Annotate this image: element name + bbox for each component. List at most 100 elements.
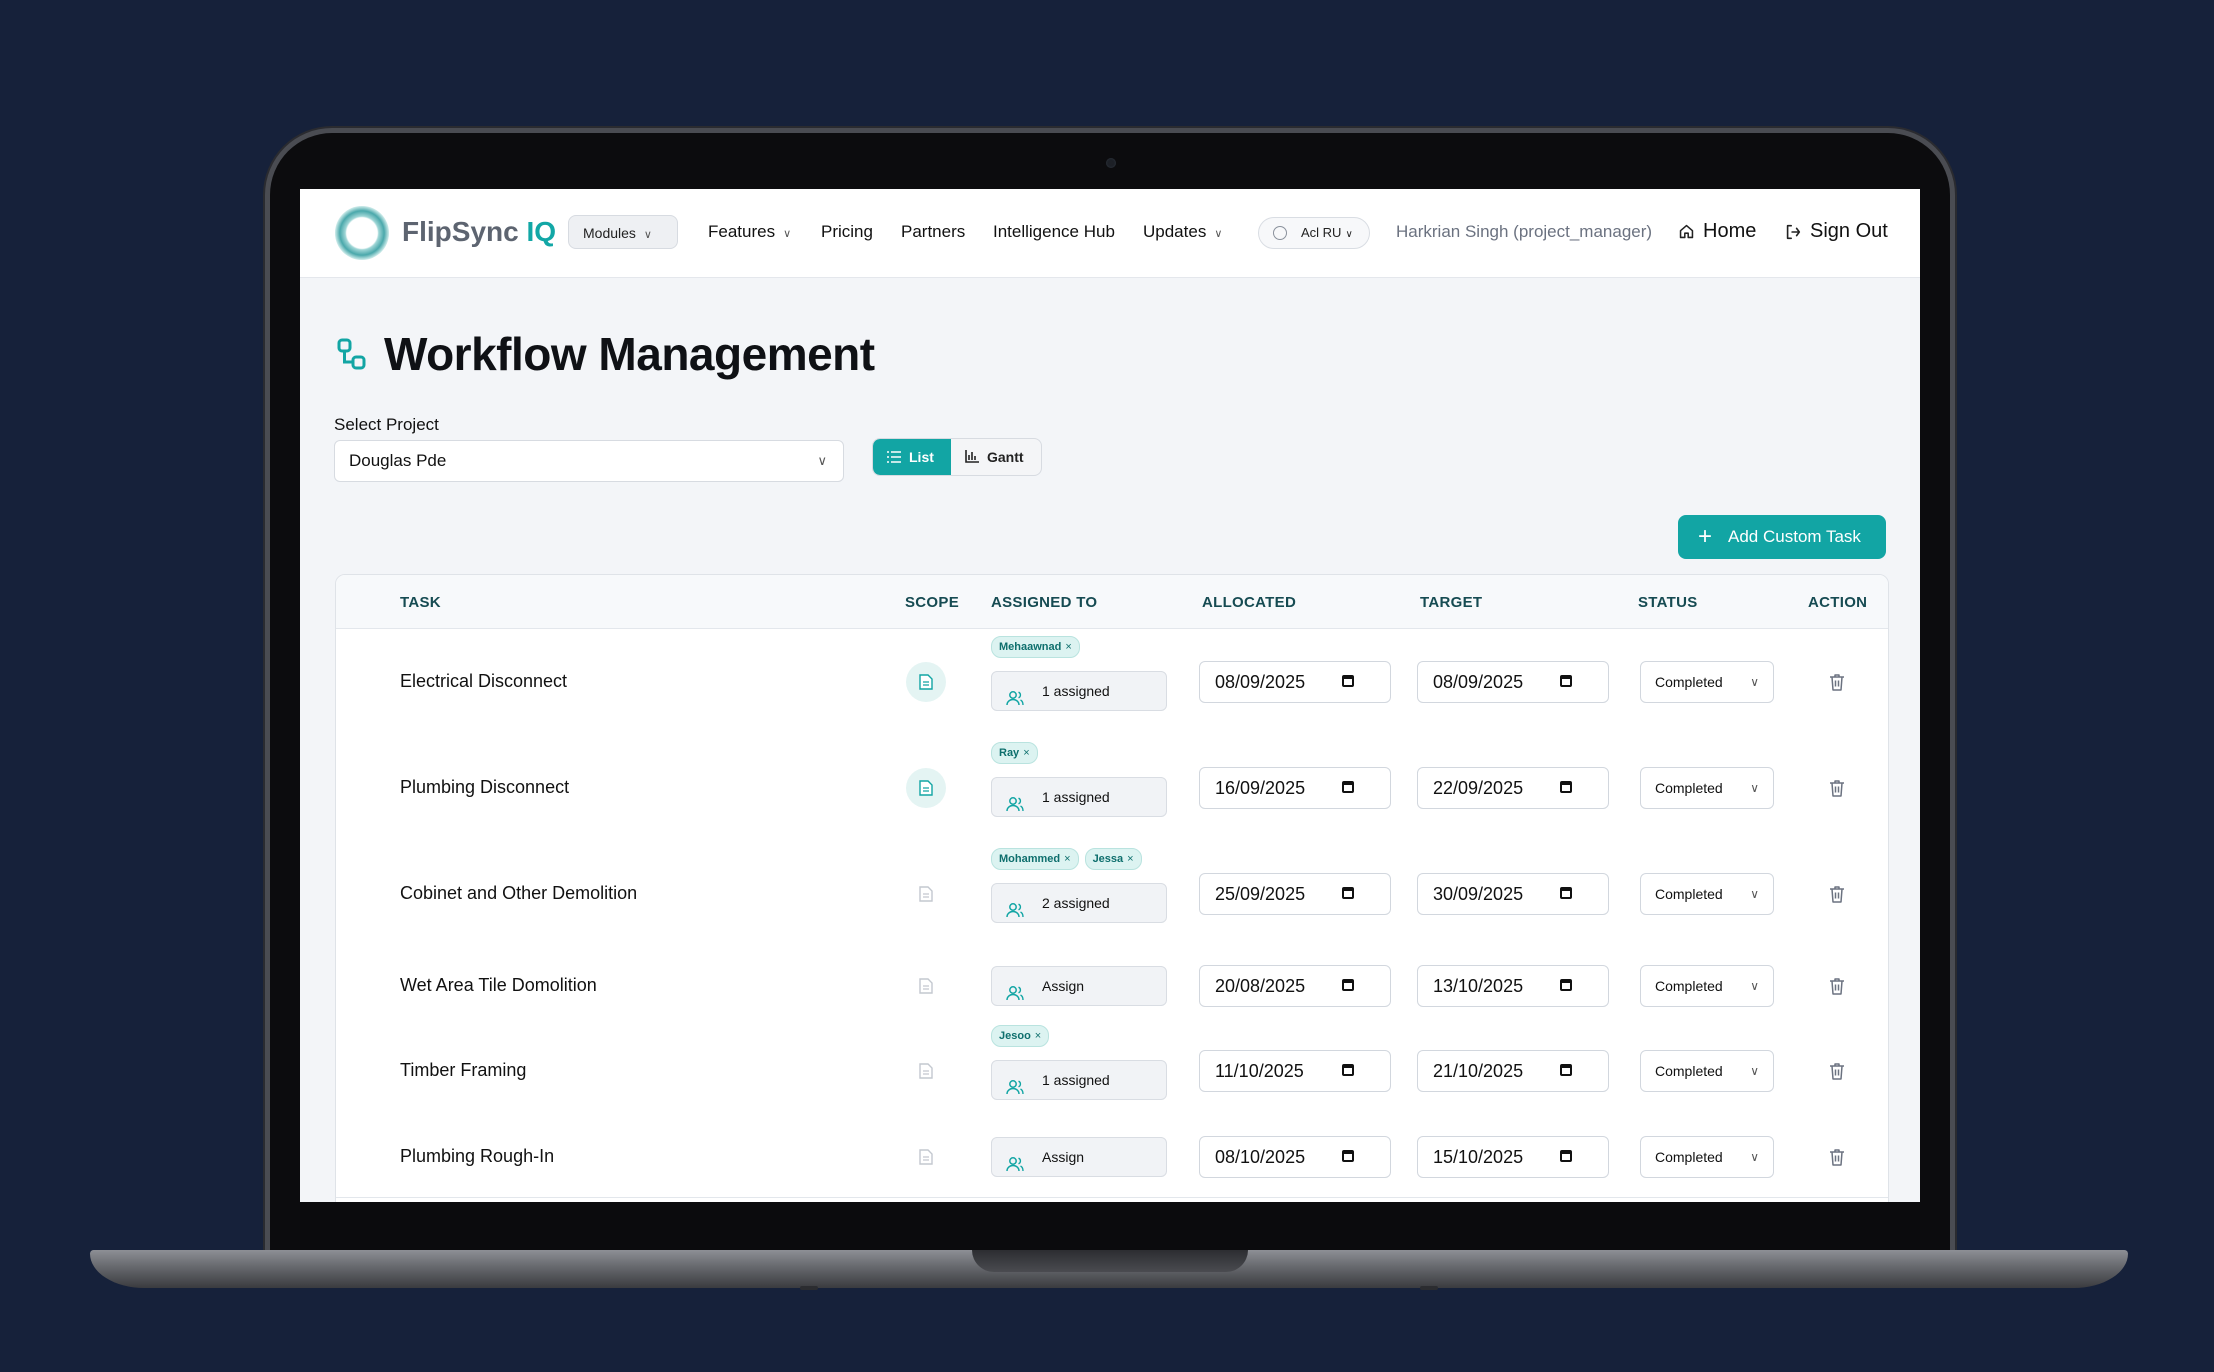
task-name: Timber Framing [400,1060,527,1080]
assignee-chip-name: Mohammed [999,853,1061,865]
status-select[interactable]: Completed ∨ [1640,1050,1774,1092]
gantt-view-button[interactable]: Gantt [951,439,1041,475]
assign-button[interactable]: 1 assigned [991,1060,1167,1100]
assignee-chip-name: Jesoo [999,1030,1031,1042]
allocated-date-input-value: 16/09/2025 [1215,778,1306,798]
target-date-input[interactable]: 21/10/2025 [1417,1050,1609,1092]
status-select[interactable]: Completed ∨ [1640,661,1774,703]
column-header-allocated: ALLOCATED [1202,594,1297,611]
plus-icon: + [1698,523,1713,550]
status-select-value: Completed [1655,674,1723,690]
allocated-date-input[interactable]: 20/08/2025 [1199,965,1391,1007]
app-screen: FlipSync IQ Modules ∨ Features ∨ Pricing P… [300,189,1920,1202]
laptop-notch [972,1250,1248,1272]
status-select-value: Completed [1655,1149,1723,1165]
target-date-input[interactable]: 30/09/2025 [1417,873,1609,915]
task-name: Electrical Disconnect [400,671,568,691]
brand-name[interactable]: FlipSync IQ [402,216,556,248]
allocated-date-input-value: 20/08/2025 [1215,976,1306,996]
target-date-input-value: 13/10/2025 [1433,976,1524,996]
allocated-date-input-value: 25/09/2025 [1215,884,1306,904]
delete-task-icon[interactable] [1829,977,1845,995]
status-select[interactable]: Completed ∨ [1640,873,1774,915]
calendar-icon[interactable] [1560,675,1572,687]
status-select[interactable]: Completed ∨ [1640,965,1774,1007]
calendar-icon[interactable] [1560,1064,1572,1076]
modules-dropdown[interactable]: Modules ∨ [568,215,678,249]
calendar-icon[interactable] [1342,887,1354,899]
remove-assignee-icon[interactable]: × [1064,853,1070,865]
calendar-icon[interactable] [1560,979,1572,991]
delete-task-icon[interactable] [1829,673,1845,691]
nav-features[interactable]: Features ∨ [708,222,791,242]
list-view-button[interactable]: List [873,439,951,475]
allocated-date-input[interactable]: 08/09/2025 [1199,661,1391,703]
nav-partners[interactable]: Partners [901,222,965,242]
assignee-chip-name: Jessa [1092,853,1124,865]
language-selector[interactable]: Acl RU ∨ [1258,217,1370,249]
chevron-down-icon: ∨ [1750,781,1759,795]
calendar-icon[interactable] [1342,979,1354,991]
calendar-icon[interactable] [1560,887,1572,899]
scope-document-icon[interactable] [906,768,946,808]
allocated-date-input[interactable]: 11/10/2025 [1199,1050,1391,1092]
target-date-input[interactable]: 13/10/2025 [1417,965,1609,1007]
scope-document-icon[interactable] [906,662,946,702]
sign-out-label: Sign Out [1810,220,1888,242]
home-icon [1679,225,1694,239]
column-header-target: TARGET [1420,594,1483,611]
table-row: Plumbing Disconnect Ray × 1 assigned 16/09/2… [336,735,1888,842]
remove-assignee-icon[interactable]: × [1127,853,1133,865]
delete-task-icon[interactable] [1829,1148,1845,1166]
nav-pricing[interactable]: Pricing [821,222,873,242]
target-date-input-value: 15/10/2025 [1433,1147,1524,1167]
calendar-icon[interactable] [1342,675,1354,687]
calendar-icon[interactable] [1342,1150,1354,1162]
target-date-input[interactable]: 22/09/2025 [1417,767,1609,809]
brand-name-main: FlipSync [402,216,519,247]
delete-task-icon[interactable] [1829,779,1845,797]
users-icon [1006,1148,1024,1186]
assign-button[interactable]: Assign [991,1137,1167,1177]
nav-features-label: Features [708,222,776,241]
remove-assignee-icon[interactable]: × [1035,1030,1041,1042]
allocated-date-input[interactable]: 16/09/2025 [1199,767,1391,809]
target-date-input-value: 21/10/2025 [1433,1061,1524,1081]
assign-button[interactable]: 1 assigned [991,671,1167,711]
assign-button-label: Assign [1042,1149,1085,1165]
assign-button-label: 1 assigned [1042,789,1110,805]
remove-assignee-icon[interactable]: × [1023,747,1029,759]
allocated-date-input[interactable]: 08/10/2025 [1199,1136,1391,1178]
laptop-foot [1420,1286,1438,1290]
calendar-icon[interactable] [1560,781,1572,793]
delete-task-icon[interactable] [1829,1062,1845,1080]
target-date-input[interactable]: 08/09/2025 [1417,661,1609,703]
nav-intelligence-hub[interactable]: Intelligence Hub [993,222,1115,242]
allocated-date-input[interactable]: 25/09/2025 [1199,873,1391,915]
assign-button[interactable]: 1 assigned [991,777,1167,817]
column-header-status: STATUS [1638,594,1698,611]
delete-task-icon[interactable] [1829,885,1845,903]
status-select[interactable]: Completed ∨ [1640,1136,1774,1178]
assign-button-label: 1 assigned [1042,683,1110,699]
allocated-date-input-value: 08/10/2025 [1215,1147,1306,1167]
assignee-chips: Mehaawnad × [991,636,1086,658]
select-project-label: Select Project [334,415,439,434]
remove-assignee-icon[interactable]: × [1065,641,1071,653]
nav-updates[interactable]: Updates ∨ [1143,222,1222,242]
calendar-icon[interactable] [1342,1064,1354,1076]
table-row: Plumbing Rough-In Assign 08/10/2025 15/10/2… [336,1117,1888,1198]
status-select[interactable]: Completed ∨ [1640,767,1774,809]
scope-document-icon [906,1051,946,1091]
assign-button[interactable]: Assign [991,966,1167,1006]
target-date-input[interactable]: 15/10/2025 [1417,1136,1609,1178]
add-custom-task-button[interactable]: + Add Custom Task [1678,515,1886,559]
project-select[interactable]: Douglas Pde ∨ [334,440,844,482]
home-link[interactable]: Home [1678,220,1756,243]
calendar-icon[interactable] [1560,1150,1572,1162]
sign-out-link[interactable]: Sign Out [1784,220,1888,243]
assign-button[interactable]: 2 assigned [991,883,1167,923]
brand-logo-icon[interactable] [335,206,389,260]
chevron-down-icon: ∨ [1750,675,1759,689]
calendar-icon[interactable] [1342,781,1354,793]
